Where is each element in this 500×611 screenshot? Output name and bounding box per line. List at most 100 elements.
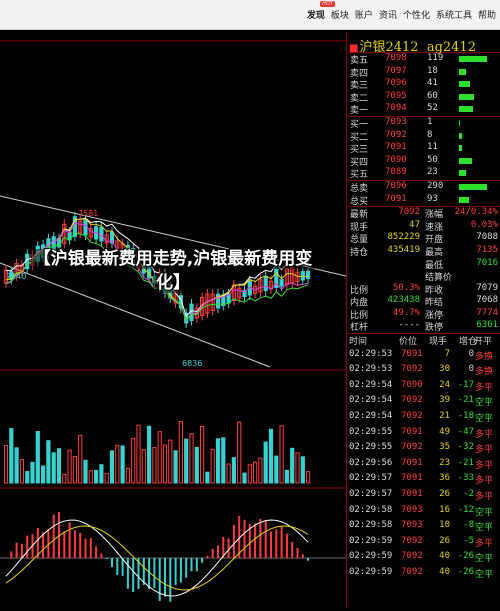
trade-price: 7091: [401, 348, 423, 359]
trade-row[interactable]: 02:29:55 7091 49 -47 多平: [347, 425, 500, 441]
quote-value-2: 7079: [476, 282, 498, 293]
quote-table: 最新 7092 涨幅 24/0.34% 现手 47 速涨 0.03% 总量 852229 开盘 708…: [347, 207, 500, 333]
trade-row[interactable]: 02:29:57 7091 36 -33 多平: [347, 471, 500, 487]
volume-bar: [78, 435, 83, 484]
volume-bar: [242, 472, 247, 484]
trade-row[interactable]: 02:29:54 7092 39 -21 空平: [347, 393, 500, 409]
order-book-row[interactable]: 买四 7090 50: [347, 155, 500, 168]
order-book-row[interactable]: 买一 7093 1: [347, 117, 500, 130]
volume-bar: [141, 449, 146, 484]
trade-time: 02:29:57: [349, 489, 393, 499]
volume-bar: [258, 457, 263, 484]
menu-personalize[interactable]: 个性化: [403, 8, 430, 21]
menu-sector[interactable]: 板块: [331, 8, 349, 21]
volume-bar: [67, 449, 72, 484]
volume-bar: [104, 472, 109, 484]
volume-bar: [459, 183, 487, 190]
trade-row[interactable]: 02:29:57 7091 26 -2 多平: [347, 487, 500, 503]
volume-bar: [284, 469, 289, 484]
trade-row[interactable]: 02:29:53 7091 7 0 多换: [347, 347, 500, 363]
trade-row[interactable]: 02:29:59 7092 40 -26 空平: [347, 549, 500, 565]
trade-volume: 26: [439, 489, 450, 499]
trade-open-interest: -33: [457, 473, 474, 484]
order-book-row[interactable]: 买二 7092 8: [347, 130, 500, 143]
trades-col-header: 时间: [349, 337, 368, 348]
volume-bar: [94, 469, 99, 484]
trade-price: 7092: [401, 442, 423, 453]
candlestick: [99, 226, 104, 242]
quote-value-2: 7774: [476, 307, 498, 318]
order-book-row[interactable]: 卖一 7094 52: [347, 103, 500, 116]
quote-value-2: 7088: [476, 232, 498, 243]
volume-bar: [459, 157, 472, 164]
level-label: 卖二: [350, 93, 369, 104]
quote-label-2: 最低: [425, 260, 444, 271]
volume-bar: [300, 456, 305, 484]
order-book-row[interactable]: 卖三 7096 41: [347, 78, 500, 91]
order-book-row[interactable]: 总买 7091 93: [347, 194, 500, 207]
volume-bar: [194, 446, 199, 484]
order-book-row[interactable]: 买五 7089 23: [347, 167, 500, 180]
trade-row[interactable]: 02:29:53 7092 30 0 多换: [347, 362, 500, 378]
trade-row[interactable]: 02:29:58 7093 16 -12 空平: [347, 503, 500, 519]
menu-help[interactable]: 帮助: [478, 8, 496, 21]
trade-row[interactable]: 02:29:56 7091 23 -21 多平: [347, 456, 500, 472]
trade-row[interactable]: 02:29:59 7092 26 -5 多平: [347, 534, 500, 550]
quote-label-2: 涨停: [425, 310, 444, 321]
volume-bar: [25, 470, 30, 484]
trade-volume: 24: [439, 379, 450, 390]
trade-volume: 36: [439, 473, 450, 484]
trade-price: 7091: [401, 426, 423, 437]
title-line-2: 化】: [153, 273, 193, 293]
instrument-header: ■沪银2412 ag2412: [347, 33, 500, 55]
volume-bar: [19, 459, 24, 484]
trade-price: 7093: [401, 520, 423, 531]
level-price: 7093: [385, 116, 407, 127]
level-label: 总买: [350, 196, 369, 207]
trade-open-interest: -5: [463, 535, 474, 546]
trade-time: 02:29:59: [349, 551, 393, 562]
trade-open-interest: -17: [457, 379, 474, 390]
trade-volume: 35: [439, 442, 450, 453]
volume-bar: [88, 470, 93, 484]
trade-row[interactable]: 02:29:54 7090 24 -17 多平: [347, 378, 500, 394]
quote-value: 852229: [387, 232, 420, 243]
menu-discover[interactable]: 发现 HOT: [307, 1, 335, 21]
order-book-row[interactable]: 卖五 7098 119: [347, 53, 500, 66]
trade-row[interactable]: 02:29:59 7092 40 -26 空平: [347, 565, 500, 581]
volume-bar: [136, 424, 141, 484]
volume-bar: [459, 119, 460, 126]
menu-news[interactable]: 资讯: [379, 8, 397, 21]
volume-bar: [459, 170, 466, 177]
volume-bar: [215, 438, 221, 484]
quote-label: 现手: [350, 222, 369, 233]
trade-row[interactable]: 02:29:55 7092 35 -32 多平: [347, 440, 500, 456]
price-chart-svg[interactable]: 758171406836: [0, 33, 347, 607]
volume-bar: [115, 444, 120, 484]
volume-bar: [459, 56, 487, 62]
volume-bar: [459, 145, 462, 152]
trade-row[interactable]: 02:29:54 7092 21 -18 空平: [347, 409, 500, 425]
order-book-row[interactable]: 总卖 7096 290: [347, 181, 500, 194]
trade-volume: 39: [439, 395, 450, 406]
volume-bar: [459, 93, 474, 100]
level-price: 7092: [385, 129, 407, 140]
volume-bar: [247, 464, 252, 484]
order-book-row[interactable]: 卖二 7095 60: [347, 91, 500, 104]
main-menu: 发现 HOT 板块 账户 资讯 个性化 系统工具 帮助: [307, 1, 496, 21]
trade-open-interest: 0: [468, 364, 474, 375]
order-book-row[interactable]: 买三 7091 11: [347, 142, 500, 155]
trade-row[interactable]: 02:29:58 7093 10 -8 空平: [347, 518, 500, 534]
trade-volume: 40: [439, 551, 450, 562]
order-book-row[interactable]: 卖四 7097 18: [347, 66, 500, 79]
volume-bar: [35, 431, 40, 484]
volume-bar: [290, 447, 295, 484]
level-label: 买三: [350, 145, 369, 156]
menu-system-tools[interactable]: 系统工具: [436, 8, 472, 21]
trade-type: 多平: [475, 538, 494, 549]
trade-price: 7093: [401, 504, 423, 515]
level-label: 买四: [350, 157, 369, 168]
quote-label-2: 结算价: [425, 273, 453, 284]
menu-account[interactable]: 账户: [355, 8, 373, 21]
kline-chart-area[interactable]: 7581 7140 6836: [0, 33, 347, 607]
